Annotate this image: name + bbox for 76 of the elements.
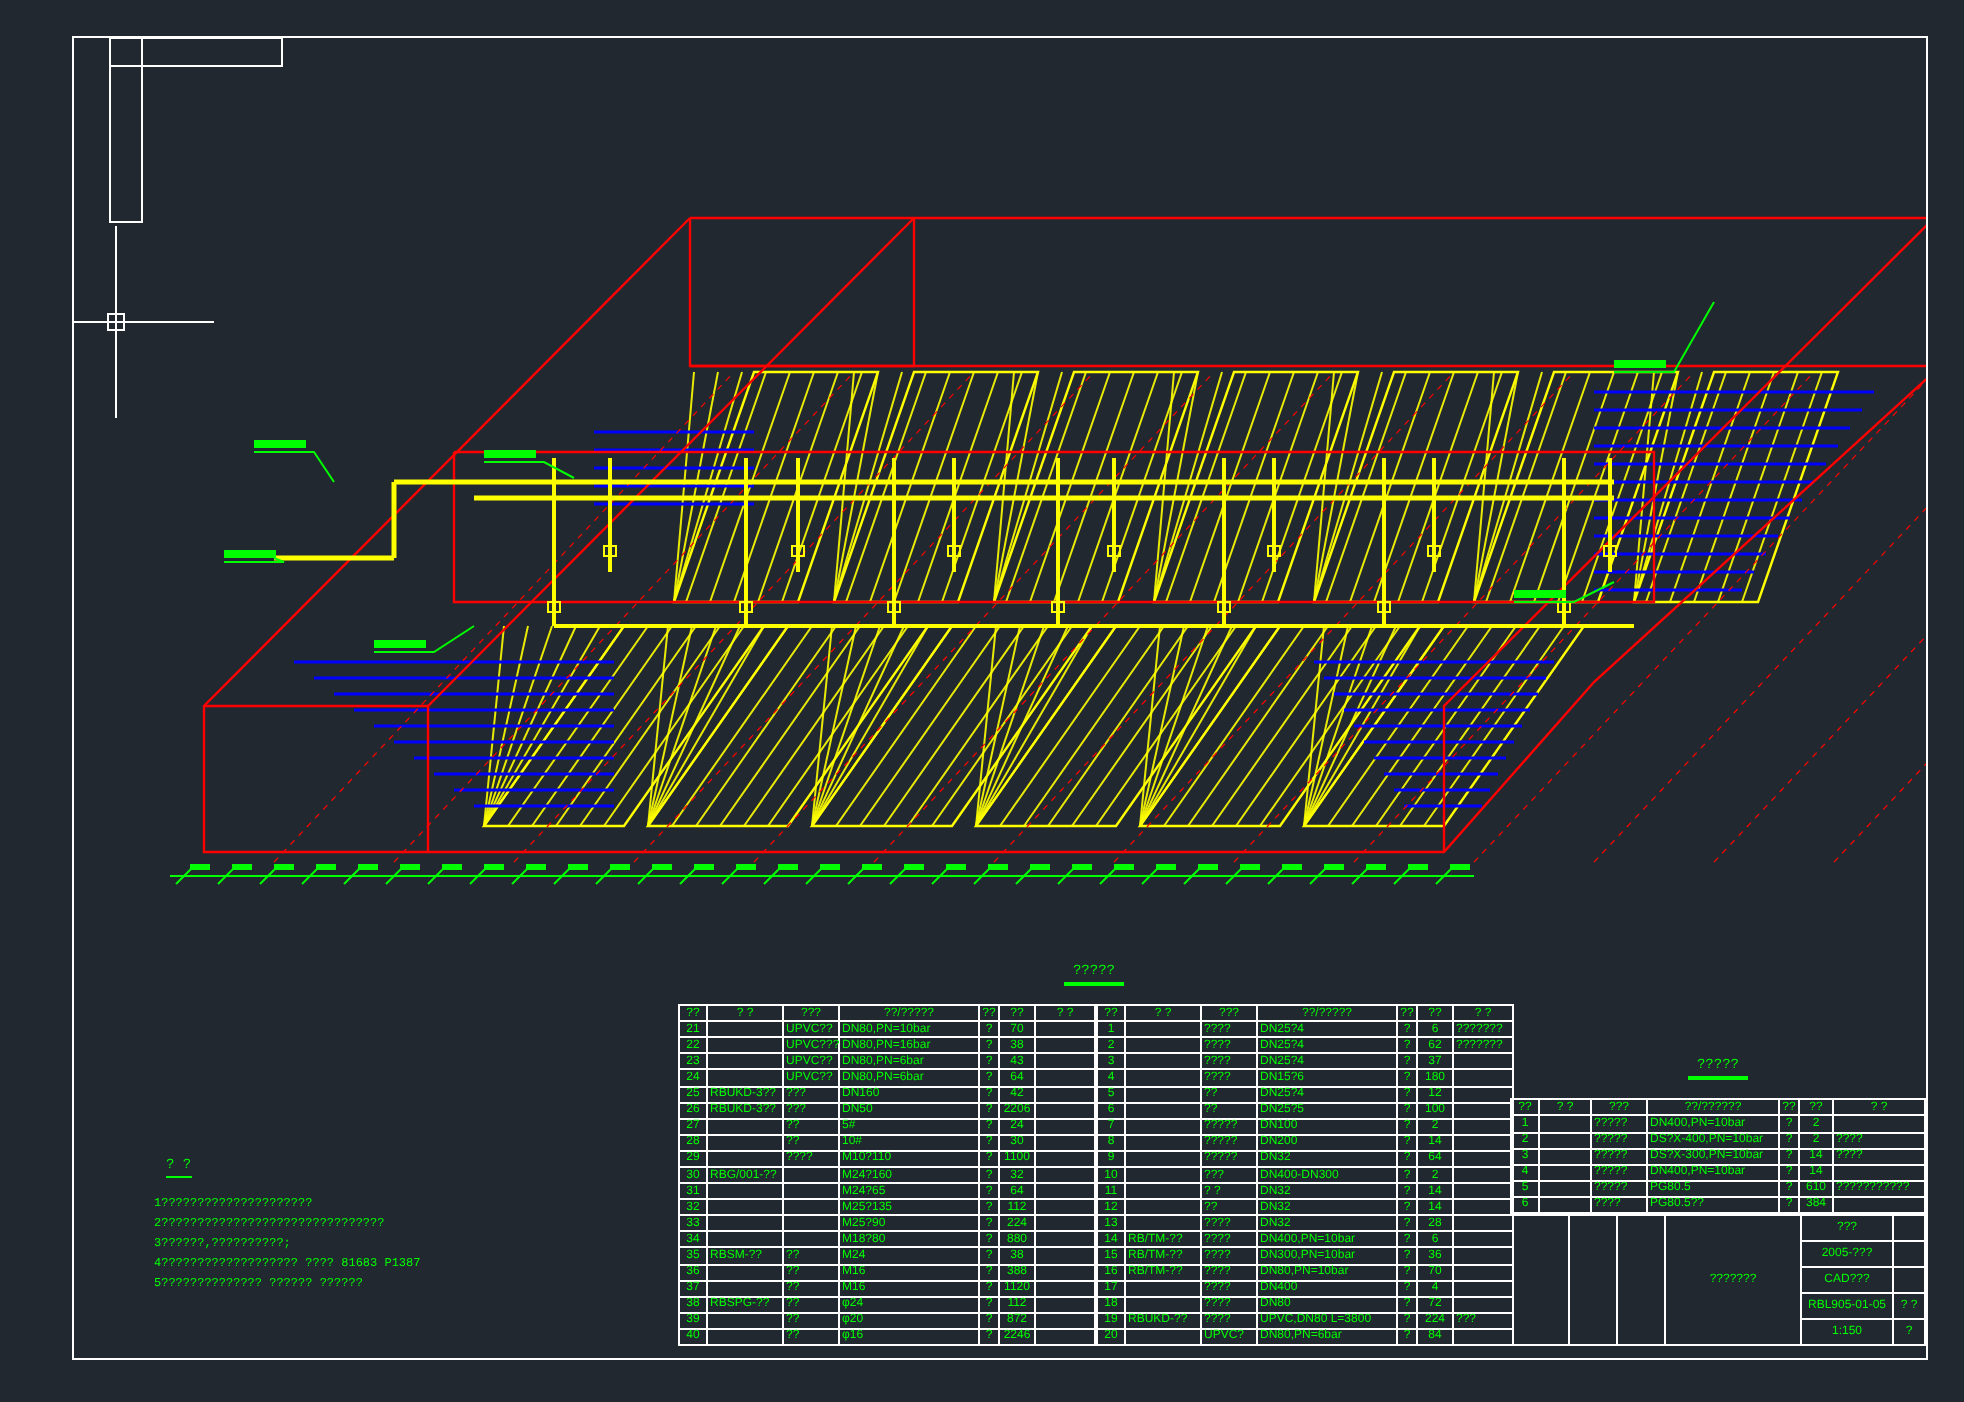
table-cell — [1125, 1280, 1201, 1297]
table-cell — [1125, 1069, 1201, 1086]
table-cell — [1035, 1053, 1095, 1070]
table-cell — [1125, 1053, 1201, 1070]
table-cell — [1035, 1021, 1095, 1038]
table-cell — [707, 1183, 783, 1200]
table-cell — [707, 1150, 783, 1167]
table-cell — [707, 1069, 783, 1086]
table-cell — [1035, 1183, 1095, 1200]
table-cell — [1125, 1199, 1201, 1216]
table-cell — [707, 1231, 783, 1248]
table-cell — [707, 1021, 783, 1038]
table-cell — [1453, 1086, 1513, 1103]
table-cell — [1035, 1166, 1095, 1184]
table-cell — [783, 1215, 839, 1232]
table-cell — [1125, 1215, 1201, 1232]
table-cell — [1125, 1328, 1201, 1345]
table-cell — [1125, 1150, 1201, 1167]
table-cell — [783, 1166, 839, 1184]
table-cell — [1125, 1086, 1201, 1103]
table-cell — [1539, 1148, 1591, 1165]
table-cell — [1539, 1132, 1591, 1149]
table-cell — [707, 1118, 783, 1135]
table-cell — [783, 1199, 839, 1216]
table-cell — [1125, 1183, 1201, 1200]
table-cell — [1453, 1183, 1513, 1200]
table-cell — [783, 1183, 839, 1200]
table-cell — [1125, 1021, 1201, 1038]
table-cell — [1035, 1118, 1095, 1135]
table-cell — [1035, 1102, 1095, 1119]
table-cell — [1453, 1231, 1513, 1248]
table-cell — [1035, 1150, 1095, 1167]
table-cell — [707, 1215, 783, 1232]
table-cell — [1125, 1166, 1201, 1184]
table-cell — [1453, 1328, 1513, 1345]
table-cell — [1035, 1312, 1095, 1329]
table-cell — [783, 1231, 839, 1248]
table-cell — [1125, 1118, 1201, 1135]
table-cell — [1035, 1264, 1095, 1281]
table-cell — [1035, 1086, 1095, 1103]
table-cell — [1125, 1296, 1201, 1313]
table-cell — [1125, 1037, 1201, 1054]
table-cell — [1539, 1164, 1591, 1181]
table-cell — [1035, 1280, 1095, 1297]
table-cell — [1453, 1053, 1513, 1070]
table-cell — [707, 1134, 783, 1151]
table-cell — [707, 1328, 783, 1345]
table-cell — [707, 1312, 783, 1329]
table-cell — [1453, 1280, 1513, 1297]
table-cell — [707, 1264, 783, 1281]
table-cell — [1453, 1118, 1513, 1135]
table-cell — [1539, 1180, 1591, 1197]
table-cell — [1035, 1037, 1095, 1054]
table-cell — [1453, 1166, 1513, 1184]
table-cell — [1035, 1247, 1095, 1265]
table-cell — [1539, 1115, 1591, 1133]
table-cell — [1453, 1150, 1513, 1167]
table-cell — [1035, 1134, 1095, 1151]
table-cell — [1035, 1199, 1095, 1216]
table-cell — [1035, 1231, 1095, 1248]
table-cell — [1453, 1134, 1513, 1151]
table-cell — [707, 1280, 783, 1297]
table-cell — [1035, 1069, 1095, 1086]
table-cell — [1035, 1328, 1095, 1345]
table-cell — [1453, 1264, 1513, 1281]
table-cell — [1453, 1102, 1513, 1119]
table-cell — [1125, 1102, 1201, 1119]
table-cell — [707, 1199, 783, 1216]
table-cell — [1453, 1296, 1513, 1313]
table-cell — [1035, 1296, 1095, 1313]
table-cell — [1453, 1069, 1513, 1086]
table-cell — [707, 1037, 783, 1054]
table-cell — [1035, 1215, 1095, 1232]
table-cell — [707, 1053, 783, 1070]
table-cell — [1125, 1134, 1201, 1151]
table-cell — [1453, 1247, 1513, 1265]
